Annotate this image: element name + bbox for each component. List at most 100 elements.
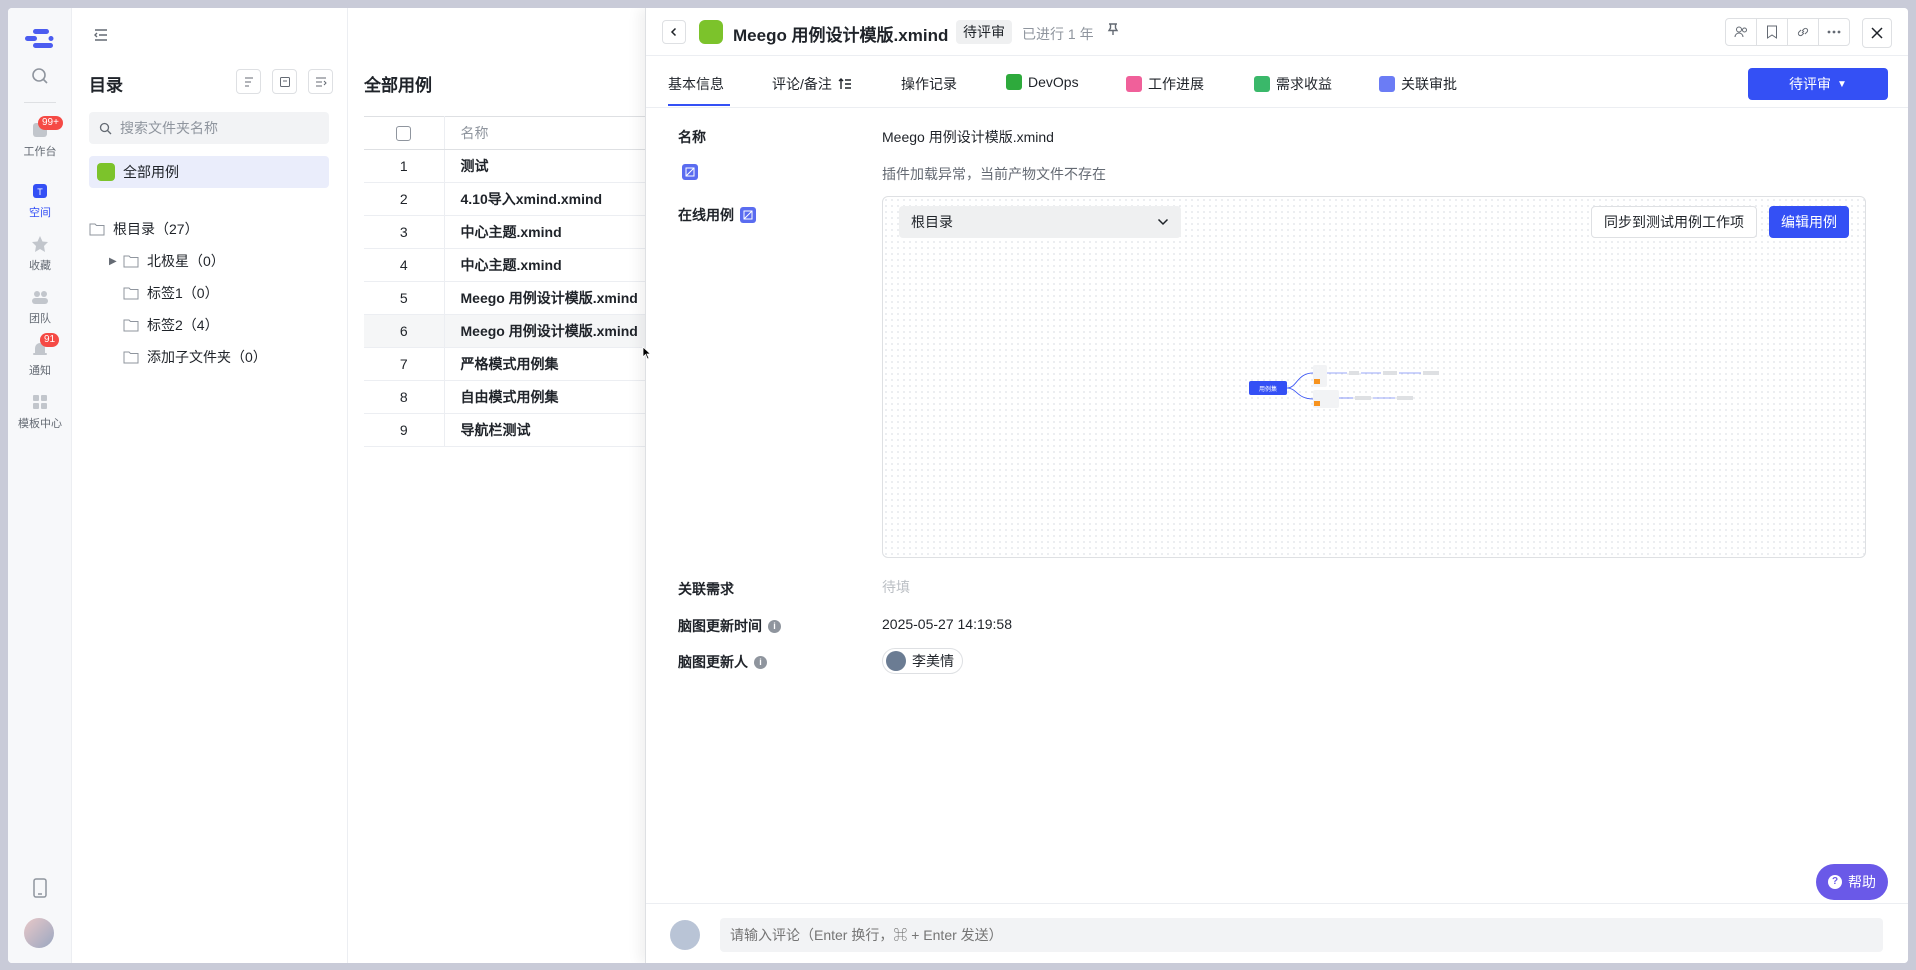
row-name[interactable]: 测试 (444, 149, 664, 183)
row-name[interactable]: 导航栏测试 (444, 413, 664, 447)
user-avatar[interactable] (24, 918, 54, 948)
all-cases-item[interactable]: 全部用例 (89, 156, 329, 188)
folder-icon (123, 351, 139, 364)
sync-to-test-case-button[interactable]: 同步到测试用例工作项 (1591, 206, 1757, 238)
app-logo-icon[interactable] (25, 26, 55, 50)
comment-input[interactable] (720, 918, 1883, 952)
more-button[interactable] (1818, 18, 1850, 46)
case-set-icon (97, 163, 115, 181)
sort-icon (244, 77, 253, 86)
row-name[interactable]: 中心主题.xmind (444, 215, 664, 249)
mobile-icon[interactable] (32, 878, 48, 898)
tree-item-add-subfolder[interactable]: 添加子文件夹（0） (123, 347, 267, 367)
svg-text:T: T (37, 187, 43, 197)
rail-item-templates[interactable]: 模板中心 (8, 392, 72, 431)
status-transition-button[interactable]: 待评审 ▼ (1748, 68, 1888, 100)
rail-item-space[interactable]: T 空间 (8, 181, 72, 220)
more-icon (1827, 30, 1841, 34)
tree-item-tag2[interactable]: 标签2（4） (123, 315, 219, 335)
bookmark-button[interactable] (1756, 18, 1788, 46)
folder-search-input[interactable]: 搜索文件夹名称 (89, 112, 329, 144)
chevron-left-icon (670, 27, 677, 37)
table-row[interactable]: 7 严格模式用例集 (364, 347, 664, 381)
row-number: 6 (364, 314, 445, 348)
row-number: 5 (364, 281, 445, 315)
search-icon (99, 122, 112, 134)
row-name[interactable]: Meego 用例设计模版.xmind (444, 314, 664, 348)
tab-label: 评论/备注 (772, 76, 832, 92)
rail-divider (24, 102, 56, 103)
tree-item-tag1[interactable]: 标签1（0） (123, 283, 219, 303)
tab-operation-log[interactable]: 操作记录 (901, 74, 957, 94)
comment-bar (646, 903, 1908, 963)
collapse-all-button[interactable] (308, 69, 333, 94)
tree-item-northstar[interactable]: ▶ 北极星（0） (109, 251, 225, 271)
mindmap-updated-text: 脑图更新时间 (678, 618, 762, 634)
info-icon[interactable]: i (754, 655, 767, 669)
close-button[interactable] (1862, 18, 1892, 48)
user-chip[interactable]: 李美情 (882, 648, 963, 674)
table-row[interactable]: 3 中心主题.xmind (364, 215, 664, 249)
row-name[interactable]: Meego 用例设计模版.xmind (444, 281, 664, 315)
rail-item-workbench[interactable]: 工作台 99+ (8, 116, 72, 159)
select-all-checkbox[interactable] (396, 126, 412, 142)
members-button[interactable] (1725, 18, 1757, 46)
tab-devops[interactable]: DevOps (1006, 74, 1079, 90)
mouse-cursor-icon (642, 346, 652, 360)
field-name-value[interactable]: Meego 用例设计模版.xmind (882, 127, 1054, 147)
table-header: 名称 (364, 116, 664, 150)
collapse-sidebar-icon[interactable] (93, 27, 109, 43)
tree-item-label: 标签1（0） (147, 285, 219, 301)
edit-case-button[interactable]: 编辑用例 (1769, 206, 1849, 238)
table-row[interactable]: 6 Meego 用例设计模版.xmind (364, 314, 664, 348)
tree-item-label: 添加子文件夹（0） (147, 349, 267, 365)
rail-item-label: 通知 (29, 365, 51, 377)
row-name[interactable]: 严格模式用例集 (444, 347, 664, 381)
filter-button[interactable] (272, 69, 297, 94)
table-row[interactable]: 1 测试 (364, 149, 664, 183)
column-header-name[interactable]: 名称 (444, 116, 664, 150)
rail-item-favorites[interactable]: 收藏 (8, 234, 72, 273)
root-folder-select[interactable]: 根目录 (899, 206, 1181, 238)
rail-item-notify[interactable]: 通知 91 (8, 333, 72, 378)
mindmap-thumbnail[interactable]: 用例集 (1249, 361, 1449, 421)
tree-item-label: 标签2（4） (147, 317, 219, 333)
row-name[interactable]: 中心主题.xmind (444, 248, 664, 282)
caret-right-icon[interactable]: ▶ (109, 256, 121, 267)
tab-progress[interactable]: 工作进展 (1126, 74, 1204, 94)
back-button[interactable] (662, 20, 686, 44)
rail-item-label: 模板中心 (18, 418, 62, 430)
table-row[interactable]: 8 自由模式用例集 (364, 380, 664, 414)
case-list-panel: 全部用例 名称 1 测试 2 4.10导入xmind.xmind 3 中心主题.xmi… (348, 8, 664, 963)
copy-link-button[interactable] (1787, 18, 1819, 46)
pin-icon[interactable] (1106, 22, 1120, 36)
row-name[interactable]: 4.10导入xmind.xmind (444, 182, 664, 216)
sort-list-icon (838, 78, 851, 89)
tab-label: 基本信息 (668, 76, 724, 92)
field-name-label: 名称 (678, 129, 706, 145)
row-number: 7 (364, 347, 445, 381)
rail-item-team[interactable]: 团队 (8, 287, 72, 326)
list-title: 全部用例 (364, 76, 432, 95)
detail-panel: Meego 用例设计模版.xmind 待评审 已进行 1 年 基本信息 评论/备… (645, 8, 1908, 963)
search-icon (32, 68, 48, 84)
tab-approval[interactable]: 关联审批 (1379, 74, 1457, 94)
sort-button[interactable] (236, 69, 261, 94)
info-icon[interactable]: i (768, 619, 781, 633)
all-cases-label: 全部用例 (123, 164, 179, 180)
rail-search[interactable] (8, 66, 72, 89)
tab-basic-info[interactable]: 基本信息 (668, 74, 724, 94)
row-name[interactable]: 自由模式用例集 (444, 380, 664, 414)
table-row[interactable]: 2 4.10导入xmind.xmind (364, 182, 664, 216)
table-row[interactable]: 4 中心主题.xmind (364, 248, 664, 282)
tab-comments[interactable]: 评论/备注 (772, 74, 852, 94)
tab-benefits[interactable]: 需求收益 (1254, 74, 1332, 94)
field-related-req-value[interactable]: 待填 (882, 577, 910, 597)
table-row[interactable]: 9 导航栏测试 (364, 413, 664, 447)
mindmap-preview[interactable]: 根目录 同步到测试用例工作项 编辑用例 用例集 (882, 196, 1866, 558)
table-row[interactable]: 5 Meego 用例设计模版.xmind (364, 281, 664, 315)
case-set-icon (699, 20, 723, 44)
header-actions (1725, 18, 1892, 48)
tree-item-root[interactable]: 根目录（27） (89, 219, 199, 239)
help-button[interactable]: ? 帮助 (1816, 864, 1888, 900)
